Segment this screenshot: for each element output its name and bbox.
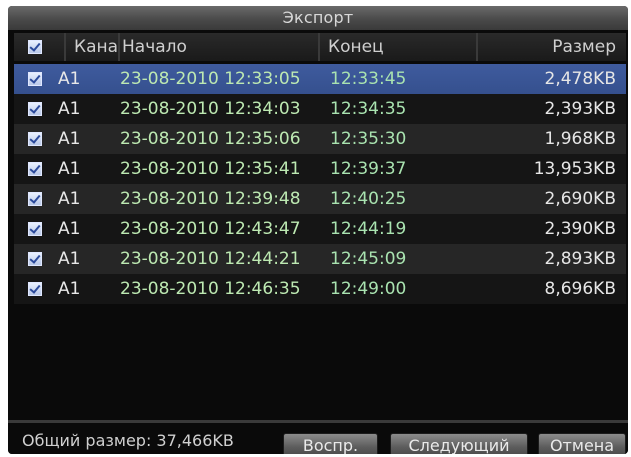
size-cell: 13,953KB [533, 159, 616, 179]
channel-cell: A1 [58, 279, 81, 299]
channel-cell: A1 [58, 249, 81, 269]
size-cell: 2,390KB [544, 219, 616, 239]
header-start[interactable]: Начало [120, 33, 320, 61]
cancel-button[interactable]: Отмена [538, 433, 626, 454]
start-time-cell: 23-08-2010 12:43:47 [120, 219, 301, 239]
row-checkbox[interactable] [28, 162, 42, 176]
start-time-cell: 23-08-2010 12:35:06 [120, 129, 301, 149]
header-end[interactable]: Конец [320, 33, 478, 61]
end-time-cell: 12:40:25 [330, 189, 407, 209]
start-time-cell: 23-08-2010 12:44:21 [120, 249, 301, 269]
table-row[interactable]: A1 23-08-2010 12:34:03 12:34:35 2,393KB [14, 94, 626, 124]
channel-cell: A1 [58, 99, 81, 119]
table-row[interactable]: A1 23-08-2010 12:44:21 12:45:09 2,893KB [14, 244, 626, 274]
table-row[interactable]: A1 23-08-2010 12:43:47 12:44:19 2,390KB [14, 214, 626, 244]
size-cell: 2,690KB [544, 189, 616, 209]
channel-cell: A1 [58, 219, 81, 239]
size-cell: 8,696KB [544, 279, 616, 299]
table-row[interactable]: A1 23-08-2010 12:35:41 12:39:37 13,953KB [14, 154, 626, 184]
end-time-cell: 12:34:35 [330, 99, 407, 119]
end-time-cell: 12:33:45 [330, 69, 407, 89]
table-row[interactable]: A1 23-08-2010 12:39:48 12:40:25 2,690KB [14, 184, 626, 214]
table-row[interactable]: A1 23-08-2010 12:46:35 12:49:00 8,696KB [14, 274, 626, 304]
play-button[interactable]: Воспр. [283, 433, 378, 454]
row-checkbox[interactable] [28, 222, 42, 236]
size-cell: 2,478KB [544, 69, 616, 89]
row-checkbox[interactable] [28, 192, 42, 206]
row-checkbox[interactable] [28, 282, 42, 296]
end-time-cell: 12:39:37 [330, 159, 407, 179]
select-all-checkbox[interactable] [28, 40, 42, 54]
row-checkbox[interactable] [28, 102, 42, 116]
end-time-cell: 12:45:09 [330, 249, 407, 269]
end-time-cell: 12:44:19 [330, 219, 407, 239]
start-time-cell: 23-08-2010 12:35:41 [120, 159, 301, 179]
table-header: Канал Начало Конец Размер [14, 33, 626, 61]
header-channel[interactable]: Канал [66, 33, 120, 61]
next-button[interactable]: Следующий [390, 433, 528, 454]
start-time-cell: 23-08-2010 12:39:48 [120, 189, 301, 209]
header-size[interactable]: Размер [478, 33, 626, 61]
channel-cell: A1 [58, 129, 81, 149]
table-row[interactable]: A1 23-08-2010 12:35:06 12:35:30 1,968KB [14, 124, 626, 154]
export-dialog: Экспорт Канал Начало Конец Размер A1 23-0… [8, 6, 628, 454]
total-size-label: Общий размер: 37,466KB [22, 431, 234, 450]
size-cell: 2,393KB [544, 99, 616, 119]
size-cell: 2,893KB [544, 249, 616, 269]
channel-cell: A1 [58, 69, 81, 89]
start-time-cell: 23-08-2010 12:46:35 [120, 279, 301, 299]
row-checkbox[interactable] [28, 132, 42, 146]
end-time-cell: 12:49:00 [330, 279, 407, 299]
channel-cell: A1 [58, 189, 81, 209]
size-cell: 1,968KB [544, 129, 616, 149]
row-checkbox[interactable] [28, 252, 42, 266]
start-time-cell: 23-08-2010 12:34:03 [120, 99, 301, 119]
table-row[interactable]: A1 23-08-2010 12:33:05 12:33:45 2,478KB [14, 64, 626, 94]
end-time-cell: 12:35:30 [330, 129, 407, 149]
row-checkbox[interactable] [28, 72, 42, 86]
header-select-all-cell [14, 33, 66, 61]
dialog-footer: Общий размер: 37,466KB Воспр. Следующий … [8, 420, 628, 454]
start-time-cell: 23-08-2010 12:33:05 [120, 69, 301, 89]
dialog-title: Экспорт [8, 6, 628, 30]
channel-cell: A1 [58, 159, 81, 179]
